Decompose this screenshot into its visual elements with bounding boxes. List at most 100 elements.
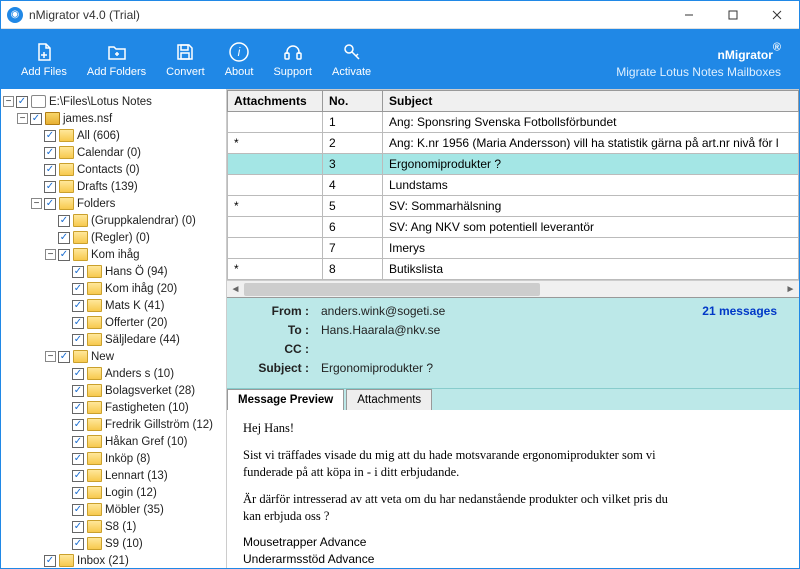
tree-new[interactable]: −New (45, 348, 224, 365)
message-grid[interactable]: Attachments No. Subject 1Ang: Sponsring … (227, 90, 799, 298)
tree-s8[interactable]: S8 (1) (59, 518, 224, 535)
folder-icon (87, 401, 102, 414)
value-from: anders.wink@sogeti.se (321, 304, 702, 323)
window-title: nMigrator v4.0 (Trial) (29, 8, 667, 22)
tree-nsf[interactable]: −james.nsf (17, 110, 224, 127)
table-row[interactable]: 3Ergonomiprodukter ? (228, 154, 799, 175)
folder-icon (73, 231, 88, 244)
message-preview[interactable]: Hej Hans! Sist vi träffades visade du mi… (227, 410, 799, 568)
activate-button[interactable]: Activate (322, 36, 381, 82)
tree-hans-o[interactable]: Hans Ö (94) (59, 263, 224, 280)
scroll-thumb[interactable] (244, 283, 540, 296)
folder-icon (87, 503, 102, 516)
tree-gruppkalendrar[interactable]: (Gruppkalendrar) (0) (45, 212, 224, 229)
folder-icon (87, 435, 102, 448)
col-attachments[interactable]: Attachments (228, 91, 323, 112)
folder-icon (87, 367, 102, 380)
convert-button[interactable]: Convert (156, 36, 215, 82)
table-row[interactable]: 7Imerys (228, 238, 799, 259)
folder-icon (87, 469, 102, 482)
table-row[interactable]: *5SV: Sommarhälsning (228, 196, 799, 217)
folder-icon (87, 265, 102, 278)
add-folders-button[interactable]: Add Folders (77, 36, 156, 82)
maximize-button[interactable] (711, 1, 755, 29)
tree-regler[interactable]: (Regler) (0) (45, 229, 224, 246)
preview-tabs: Message Preview Attachments (227, 388, 799, 410)
tree-kom-ihag[interactable]: −Kom ihåg (45, 246, 224, 263)
add-files-button[interactable]: Add Files (11, 36, 77, 82)
tree-root[interactable]: −E:\Files\Lotus Notes (3, 93, 224, 110)
table-row[interactable]: *8Butikslista (228, 259, 799, 280)
folder-icon (59, 554, 74, 567)
preview-line: Mousetrapper Advance (243, 534, 783, 550)
value-subject: Ergonomiprodukter ? (321, 361, 702, 380)
message-count: 21 messages (702, 304, 787, 380)
folder-icon (87, 520, 102, 533)
tree-all[interactable]: All (606) (31, 127, 224, 144)
about-button[interactable]: i About (215, 36, 264, 82)
label-subject: Subject : (239, 361, 309, 380)
support-button[interactable]: Support (263, 36, 322, 82)
label-to: To : (239, 323, 309, 342)
preview-line: Tangentbord Advance (243, 567, 783, 568)
drive-icon (31, 95, 46, 108)
key-icon (340, 40, 364, 64)
folder-tree[interactable]: −E:\Files\Lotus Notes −james.nsf All (60… (1, 89, 227, 568)
tree-inbox[interactable]: Inbox (21) (31, 552, 224, 568)
scroll-right-icon[interactable]: ► (782, 281, 799, 298)
tree-anders-s[interactable]: Anders s (10) (59, 365, 224, 382)
tree-calendar[interactable]: Calendar (0) (31, 144, 224, 161)
value-to: Hans.Haarala@nkv.se (321, 323, 702, 342)
label-from: From : (239, 304, 309, 323)
tree-mats-k[interactable]: Mats K (41) (59, 297, 224, 314)
tab-message-preview[interactable]: Message Preview (227, 389, 344, 410)
tree-login[interactable]: Login (12) (59, 484, 224, 501)
folder-icon (87, 333, 102, 346)
tree-folders[interactable]: −Folders (31, 195, 224, 212)
app-window: ◉ nMigrator v4.0 (Trial) Add Files Add F… (0, 0, 800, 569)
minimize-button[interactable] (667, 1, 711, 29)
folder-icon (73, 214, 88, 227)
folder-icon (87, 418, 102, 431)
folder-icon (87, 384, 102, 397)
brand-name: nMigrator® (616, 39, 781, 65)
titlebar: ◉ nMigrator v4.0 (Trial) (1, 1, 799, 29)
preview-line: Underarmsstöd Advance (243, 551, 783, 567)
col-subject[interactable]: Subject (383, 91, 799, 112)
info-icon: i (227, 40, 251, 64)
table-row[interactable]: 4Lundstams (228, 175, 799, 196)
tree-fredrik[interactable]: Fredrik Gillström (12) (59, 416, 224, 433)
tree-kom-ihag-2[interactable]: Kom ihåg (20) (59, 280, 224, 297)
folder-icon (87, 316, 102, 329)
folder-icon (59, 180, 74, 193)
tree-hakan[interactable]: Håkan Gref (10) (59, 433, 224, 450)
tree-bolagsverket[interactable]: Bolagsverket (28) (59, 382, 224, 399)
tree-offerter[interactable]: Offerter (20) (59, 314, 224, 331)
tree-drafts[interactable]: Drafts (139) (31, 178, 224, 195)
col-no[interactable]: No. (323, 91, 383, 112)
tree-inkop[interactable]: Inköp (8) (59, 450, 224, 467)
label-cc: CC : (239, 342, 309, 361)
folder-icon (73, 350, 88, 363)
message-header: From : To : CC : Subject : anders.wink@s… (227, 298, 799, 388)
brand-block: nMigrator® Migrate Lotus Notes Mailboxes (616, 39, 789, 79)
horizontal-scrollbar[interactable]: ◄ ► (227, 280, 799, 297)
tree-s9[interactable]: S9 (10) (59, 535, 224, 552)
app-icon: ◉ (7, 7, 23, 23)
folder-icon (59, 163, 74, 176)
tree-lennart[interactable]: Lennart (13) (59, 467, 224, 484)
preview-line: Hej Hans! (243, 420, 783, 437)
scroll-left-icon[interactable]: ◄ (227, 281, 244, 298)
tree-fastigheten[interactable]: Fastigheten (10) (59, 399, 224, 416)
tree-contacts[interactable]: Contacts (0) (31, 161, 224, 178)
table-row[interactable]: 1Ang: Sponsring Svenska Fotbollsförbunde… (228, 112, 799, 133)
tree-saljledare[interactable]: Säljledare (44) (59, 331, 224, 348)
table-row[interactable]: *2Ang: K.nr 1956 (Maria Andersson) vill … (228, 133, 799, 154)
folder-icon (87, 299, 102, 312)
tab-attachments[interactable]: Attachments (346, 389, 432, 410)
table-row[interactable]: 6SV: Ang NKV som potentiell leverantör (228, 217, 799, 238)
close-button[interactable] (755, 1, 799, 29)
folder-icon (87, 486, 102, 499)
main-area: −E:\Files\Lotus Notes −james.nsf All (60… (1, 89, 799, 568)
tree-mobler[interactable]: Möbler (35) (59, 501, 224, 518)
